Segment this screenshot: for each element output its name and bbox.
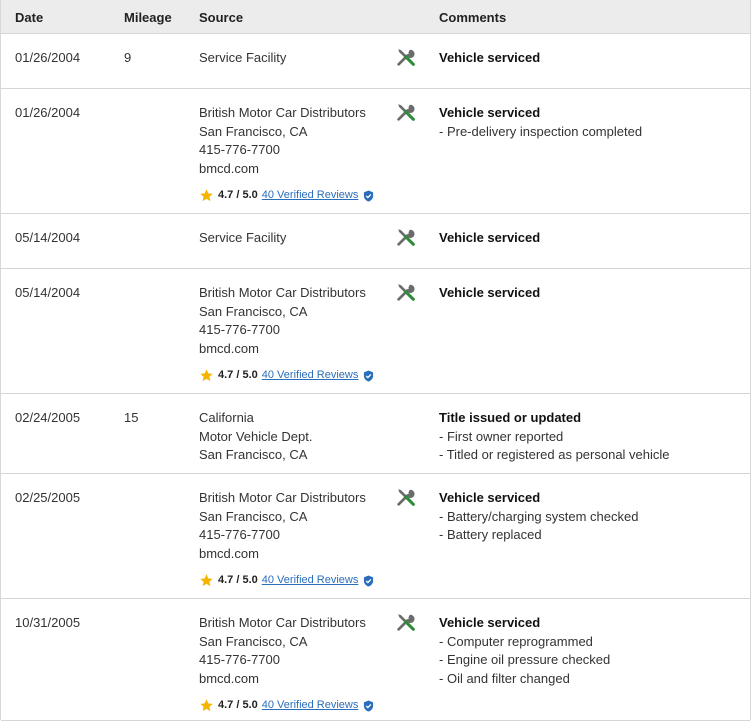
source-line: bmcd.com: [199, 670, 259, 686]
source-line: San Francisco, CA: [199, 123, 308, 139]
source-line: California: [199, 410, 254, 425]
rating: 4.7 / 5.0 40 Verified Reviews: [199, 696, 374, 715]
row-comments: Title issued or updated First owner repor…: [439, 409, 670, 465]
header-mileage: Mileage: [124, 10, 172, 25]
wrench-screwdriver-icon: [395, 226, 417, 248]
vehicle-history-table: Date Mileage Source Comments 01/26/2004 9…: [0, 0, 751, 721]
source-line: bmcd.com: [199, 545, 259, 561]
rating-score: 4.7 / 5.0: [218, 189, 258, 202]
comment-title: Vehicle serviced: [439, 50, 541, 65]
table-row: 01/26/2004 9 Service Facility Vehicle serv…: [1, 34, 750, 89]
source-line: British Motor Car Distributors: [199, 615, 366, 630]
table-row: 02/24/2005 15 California Motor Vehicle Dept…: [1, 394, 750, 474]
comment-title: Vehicle serviced: [439, 105, 541, 120]
comment-title: Vehicle serviced: [439, 490, 541, 505]
row-date: 01/26/2004: [15, 50, 81, 65]
source-line: San Francisco, CA: [199, 633, 308, 649]
rating-score: 4.7 / 5.0: [218, 574, 258, 587]
header-comments: Comments: [439, 10, 507, 25]
source-line: 415-776-7700: [199, 322, 280, 338]
comment-title: Vehicle serviced: [439, 230, 541, 245]
rating: 4.7 / 5.0 40 Verified Reviews: [199, 186, 374, 205]
row-date: 01/26/2004: [15, 105, 81, 120]
row-source: British Motor Car Distributors San Franci…: [199, 104, 374, 205]
row-comments: Vehicle serviced: [439, 49, 540, 68]
source-line: British Motor Car Distributors: [199, 490, 366, 505]
row-date: 10/31/2005: [15, 615, 81, 630]
rating: 4.7 / 5.0 40 Verified Reviews: [199, 366, 374, 385]
source-line: British Motor Car Distributors: [199, 285, 366, 300]
comment-title: Vehicle serviced: [439, 615, 541, 630]
verified-shield-icon: [363, 370, 374, 382]
verified-reviews-link[interactable]: 40 Verified Reviews: [262, 366, 359, 385]
verified-shield-icon: [363, 700, 374, 712]
source-line: British Motor Car Distributors: [199, 105, 366, 120]
row-date: 02/25/2005: [15, 490, 81, 505]
row-source: California Motor Vehicle Dept. San Francis…: [199, 409, 312, 465]
wrench-screwdriver-icon: [395, 281, 417, 303]
comment-title: Title issued or updated: [439, 410, 582, 425]
row-date: 05/14/2004: [15, 230, 81, 245]
source-line: Service Facility: [199, 230, 287, 245]
source-line: San Francisco, CA: [199, 447, 308, 463]
rating-score: 4.7 / 5.0: [218, 699, 258, 712]
row-comments: Vehicle serviced: [439, 229, 540, 248]
star-icon: [199, 573, 218, 588]
row-comments: Vehicle serviced Pre-delivery inspection …: [439, 104, 642, 141]
table-body: 01/26/2004 9 Service Facility Vehicle serv…: [1, 34, 750, 721]
source-line: bmcd.com: [199, 160, 259, 176]
comment-item: Battery replaced: [439, 526, 638, 545]
row-source: British Motor Car Distributors San Franci…: [199, 614, 374, 715]
comment-title: Vehicle serviced: [439, 285, 541, 300]
wrench-screwdriver-icon: [395, 46, 417, 68]
source-line: 415-776-7700: [199, 142, 280, 158]
table-header: Date Mileage Source Comments: [1, 0, 750, 34]
header-date: Date: [15, 10, 44, 25]
row-comments: Vehicle serviced Battery/charging system …: [439, 489, 638, 545]
source-line: Service Facility: [199, 50, 287, 65]
comment-item: Computer reprogrammed: [439, 633, 610, 652]
comment-item: Pre-delivery inspection completed: [439, 123, 642, 142]
verified-shield-icon: [363, 190, 374, 202]
comment-item: Oil and filter changed: [439, 670, 610, 689]
row-source: Service Facility: [199, 229, 286, 248]
table-row: 01/26/2004 British Motor Car Distributors…: [1, 89, 750, 214]
row-comments: Vehicle serviced: [439, 284, 540, 303]
source-line: Motor Vehicle Dept.: [199, 428, 313, 444]
verified-reviews-link[interactable]: 40 Verified Reviews: [262, 696, 359, 715]
comment-item: Battery/charging system checked: [439, 508, 638, 527]
table-row: 10/31/2005 British Motor Car Distributors…: [1, 599, 750, 721]
rating-score: 4.7 / 5.0: [218, 369, 258, 382]
row-source: British Motor Car Distributors San Franci…: [199, 489, 374, 590]
comment-item: Engine oil pressure checked: [439, 651, 610, 670]
wrench-screwdriver-icon: [395, 101, 417, 123]
rating: 4.7 / 5.0 40 Verified Reviews: [199, 571, 374, 590]
star-icon: [199, 188, 218, 203]
comment-item: Titled or registered as personal vehicle: [439, 446, 670, 465]
row-source: British Motor Car Distributors San Franci…: [199, 284, 374, 385]
wrench-screwdriver-icon: [395, 486, 417, 508]
table-row: 02/25/2005 British Motor Car Distributors…: [1, 474, 750, 599]
star-icon: [199, 698, 218, 713]
verified-reviews-link[interactable]: 40 Verified Reviews: [262, 571, 359, 590]
row-comments: Vehicle serviced Computer reprogrammedEng…: [439, 614, 610, 688]
star-icon: [199, 368, 218, 383]
table-row: 05/14/2004 British Motor Car Distributors…: [1, 269, 750, 394]
row-date: 02/24/2005: [15, 410, 81, 425]
source-line: bmcd.com: [199, 340, 259, 356]
verified-shield-icon: [363, 575, 374, 587]
row-date: 05/14/2004: [15, 285, 81, 300]
source-line: San Francisco, CA: [199, 508, 308, 524]
source-line: 415-776-7700: [199, 527, 280, 543]
row-mileage: 15: [124, 410, 139, 425]
row-mileage: 9: [124, 50, 132, 65]
source-line: San Francisco, CA: [199, 303, 308, 319]
header-source: Source: [199, 10, 244, 25]
table-row: 05/14/2004 Service Facility Vehicle servi…: [1, 214, 750, 269]
wrench-screwdriver-icon: [395, 611, 417, 633]
comment-item: First owner reported: [439, 428, 670, 447]
source-line: 415-776-7700: [199, 652, 280, 668]
verified-reviews-link[interactable]: 40 Verified Reviews: [262, 186, 359, 205]
row-source: Service Facility: [199, 49, 286, 68]
